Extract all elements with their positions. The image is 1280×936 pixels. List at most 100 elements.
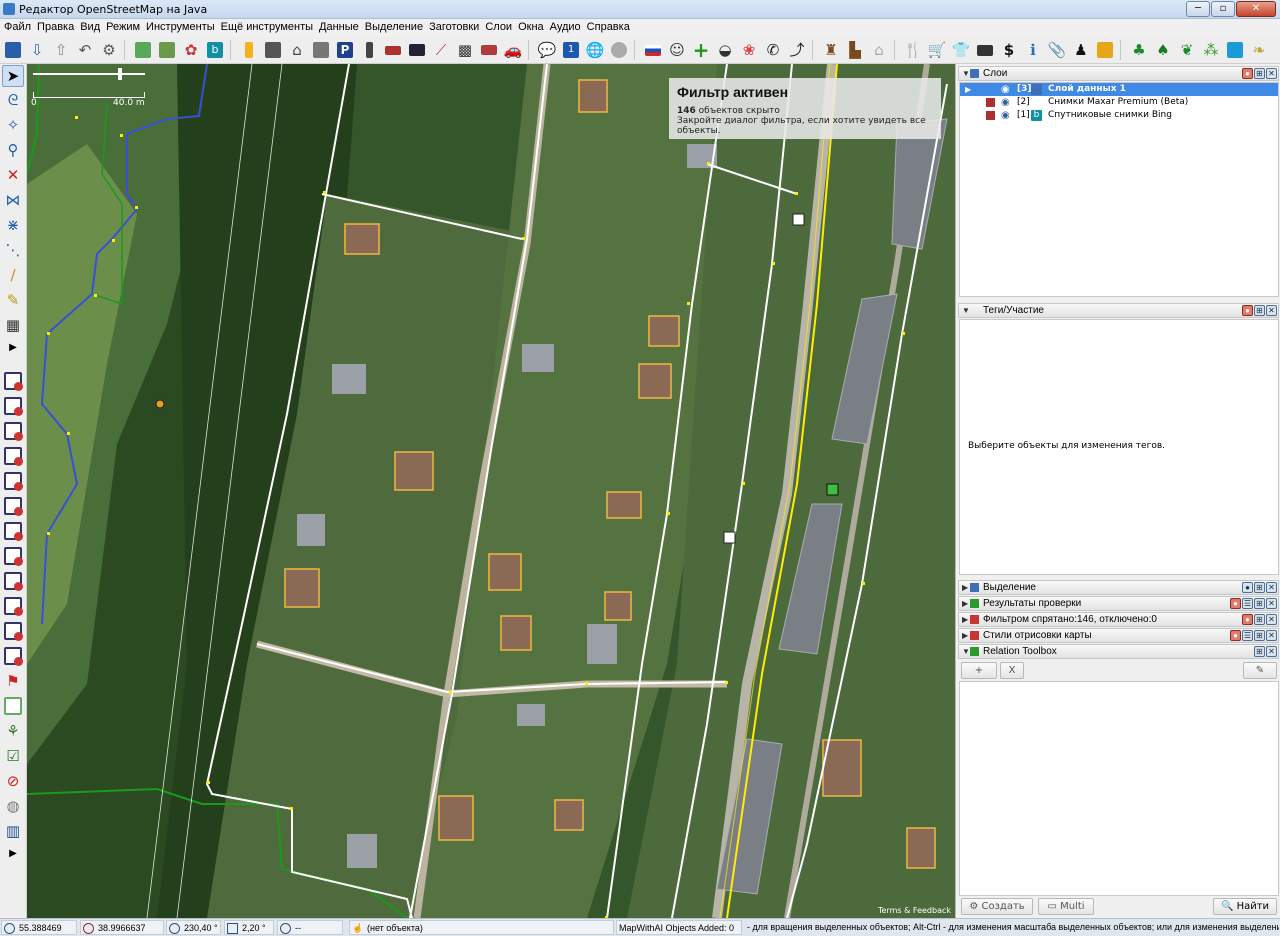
- panel-detach-icon[interactable]: ⊞: [1254, 614, 1265, 625]
- map-view[interactable]: 0 40.0 m Фильтр активен 146 объектов скр…: [27, 64, 955, 918]
- building-tool-icon[interactable]: ▦: [2, 314, 24, 336]
- menu-edit[interactable]: Правка: [33, 19, 76, 33]
- preset-bag-icon[interactable]: [1094, 39, 1116, 61]
- delete-mode-icon[interactable]: ✕: [2, 164, 24, 186]
- edit-relation-button[interactable]: ✎: [1243, 662, 1277, 679]
- panel-detach-icon[interactable]: ⊞: [1254, 582, 1265, 593]
- upload-icon[interactable]: ⇧: [50, 39, 72, 61]
- preset-water-icon[interactable]: [1224, 39, 1246, 61]
- panel-preferences-icon[interactable]: ☰: [1242, 598, 1253, 609]
- toggle-layers-dialog-icon[interactable]: [2, 370, 24, 392]
- toggle-imagery-dialog-icon[interactable]: [2, 695, 24, 717]
- preset-comment-icon[interactable]: 💬: [536, 39, 558, 61]
- preset-road-sign-icon[interactable]: 1: [560, 39, 582, 61]
- preset-plant-icon[interactable]: ❦: [1176, 39, 1198, 61]
- layer-lock-icon[interactable]: [986, 98, 995, 107]
- preset-info-icon[interactable]: ℹ: [1022, 39, 1044, 61]
- barcode-icon[interactable]: ▥: [2, 820, 24, 842]
- preset-sign-icon[interactable]: [406, 39, 428, 61]
- panel-detach-icon[interactable]: ⊞: [1254, 598, 1265, 609]
- toggle-notes-dialog-icon[interactable]: [2, 620, 24, 642]
- panel-settings-icon[interactable]: ●: [1242, 305, 1253, 316]
- improve-way-icon[interactable]: ⋇: [2, 214, 24, 236]
- imagery-offset-icon[interactable]: [156, 39, 178, 61]
- preset-person-icon[interactable]: ♟: [1070, 39, 1092, 61]
- menu-data[interactable]: Данные: [315, 19, 361, 33]
- preset-house-icon[interactable]: ⌂: [868, 39, 890, 61]
- globe-icon[interactable]: 🌐: [584, 39, 606, 61]
- preset-factory-icon[interactable]: ▙: [844, 39, 866, 61]
- preset-block-icon[interactable]: [310, 39, 332, 61]
- layer-row-data[interactable]: ▶ ◉ [3] Слой данных 1: [960, 83, 1278, 96]
- wikipedia-icon[interactable]: ◍: [2, 795, 24, 817]
- preset-wall-red-icon[interactable]: [478, 39, 500, 61]
- toggle-relations-dialog-icon[interactable]: [2, 445, 24, 467]
- pencil-icon[interactable]: ✎: [2, 289, 24, 311]
- collapse-caret-icon[interactable]: ▼: [962, 67, 970, 80]
- preset-restaurant-icon[interactable]: 🍴: [902, 39, 924, 61]
- toggle-mapstyle-dialog-icon[interactable]: [2, 645, 24, 667]
- preset-wall-icon[interactable]: [262, 39, 284, 61]
- menu-more-tools[interactable]: Ещё инструменты: [217, 19, 315, 33]
- menu-view[interactable]: Вид: [76, 19, 102, 33]
- menu-presets[interactable]: Заготовки: [425, 19, 481, 33]
- preset-hatch-icon[interactable]: ▩: [454, 39, 476, 61]
- preset-tree-icon[interactable]: ♣: [1128, 39, 1150, 61]
- find-button[interactable]: 🔍 Найти: [1213, 898, 1277, 915]
- collapse-caret-icon[interactable]: ▼: [962, 304, 970, 317]
- preset-grass-icon[interactable]: ⁂: [1200, 39, 1222, 61]
- expand-caret-icon[interactable]: ▶: [962, 581, 968, 594]
- panel-close-icon[interactable]: ✕: [1266, 582, 1277, 593]
- map-styles-panel-header[interactable]: ▶ Стили отрисовки карты ● ☰ ⊞ ✕: [958, 628, 1279, 643]
- toggle-validator-dialog-icon[interactable]: [2, 545, 24, 567]
- preset-fence-icon[interactable]: [382, 39, 404, 61]
- create-relation-button[interactable]: ⚙ Создать: [961, 898, 1033, 915]
- extrude-mode-icon[interactable]: ⋱: [2, 239, 24, 261]
- menu-mode[interactable]: Режим: [102, 19, 142, 33]
- preset-balloons-icon[interactable]: ❀: [738, 39, 760, 61]
- preset-dentist-icon[interactable]: ◒: [714, 39, 736, 61]
- menu-help[interactable]: Справка: [583, 19, 632, 33]
- preset-forest-icon[interactable]: ♠: [1152, 39, 1174, 61]
- toggle-authors-dialog-icon[interactable]: [2, 470, 24, 492]
- preset-castle-icon[interactable]: ♜: [820, 39, 842, 61]
- preset-signpost-icon[interactable]: ⤴: [786, 39, 808, 61]
- todo-list-icon[interactable]: ☑: [2, 745, 24, 767]
- maximize-button[interactable]: ▫: [1211, 1, 1235, 17]
- add-member-button[interactable]: +: [961, 662, 997, 679]
- panel-preferences-icon[interactable]: ☰: [1242, 630, 1253, 641]
- preset-phone-icon[interactable]: ✆: [762, 39, 784, 61]
- expand-arrow-icon[interactable]: ▶: [2, 337, 24, 359]
- preset-traffic-light-icon[interactable]: [358, 39, 380, 61]
- visibility-eye-icon[interactable]: ◉: [1001, 83, 1010, 96]
- panel-detach-icon[interactable]: ⊞: [1254, 305, 1265, 316]
- panel-settings-icon[interactable]: ●: [1242, 614, 1253, 625]
- draw-line-icon[interactable]: ∕: [2, 264, 24, 286]
- preset-wallet-icon[interactable]: [974, 39, 996, 61]
- relation-toolbox-icon[interactable]: ⚘: [2, 720, 24, 742]
- collapse-caret-icon[interactable]: ▼: [962, 645, 970, 658]
- toggle-filter-dialog-icon[interactable]: [2, 595, 24, 617]
- map-pin-icon[interactable]: ⚑: [2, 670, 24, 692]
- layers-panel-header[interactable]: ▼ Слои ● ⊞ ✕: [958, 66, 1279, 81]
- menu-audio[interactable]: Аудио: [546, 19, 583, 33]
- panel-detach-icon[interactable]: ⊞: [1254, 646, 1265, 657]
- relation-toolbox-header[interactable]: ▼ Relation Toolbox ⊞ ✕: [958, 644, 1279, 659]
- preset-railway-icon[interactable]: ⟋: [430, 39, 452, 61]
- preset-clothes-icon[interactable]: 👕: [950, 39, 972, 61]
- toggle-commands-dialog-icon[interactable]: [2, 495, 24, 517]
- remove-member-button[interactable]: X: [1000, 662, 1024, 679]
- preset-pharmacy-icon[interactable]: +: [690, 39, 712, 61]
- panel-detach-icon[interactable]: ⊞: [1254, 630, 1265, 641]
- panel-close-icon[interactable]: ✕: [1266, 598, 1277, 609]
- terms-feedback-link[interactable]: Terms & Feedback: [878, 906, 951, 915]
- draw-mode-icon[interactable]: ✧: [2, 114, 24, 136]
- preset-shop-icon[interactable]: 🛒: [926, 39, 948, 61]
- menu-selection[interactable]: Выделение: [361, 19, 425, 33]
- lasso-mode-icon[interactable]: ᘓ: [2, 89, 24, 111]
- preset-theatre-icon[interactable]: ☺: [666, 39, 688, 61]
- multi-button[interactable]: ▭ Multi: [1038, 898, 1094, 915]
- panel-close-icon[interactable]: ✕: [1266, 305, 1277, 316]
- close-window-button[interactable]: ✕: [1236, 1, 1276, 17]
- tags-panel-header[interactable]: ▼ Теги/Участие ● ⊞ ✕: [958, 303, 1279, 318]
